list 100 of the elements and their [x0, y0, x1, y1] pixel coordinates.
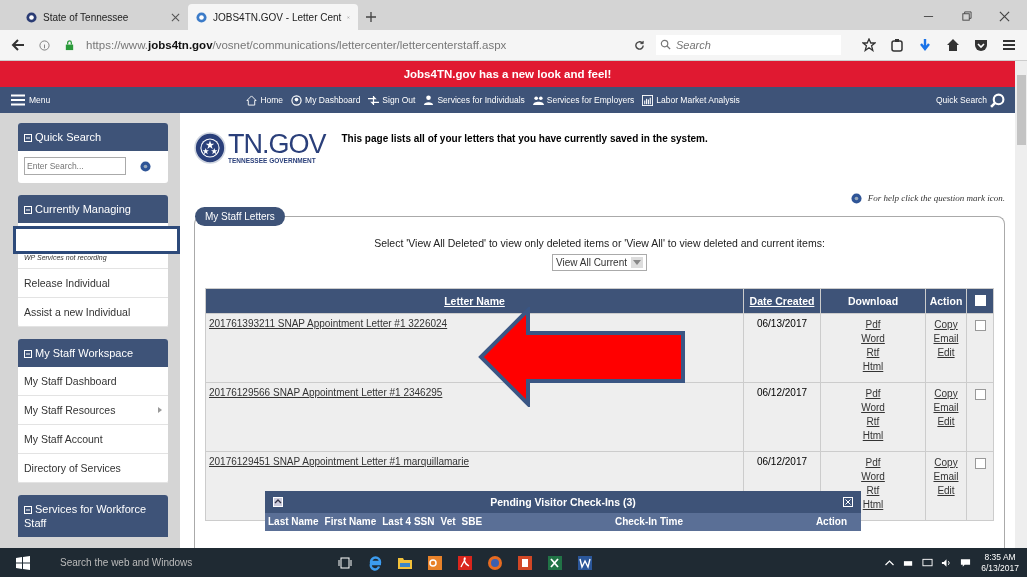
action-link[interactable]: Email	[929, 400, 963, 415]
clipboard-icon[interactable]	[890, 38, 904, 52]
tab-title: State of Tennessee	[43, 11, 130, 23]
collapse-icon[interactable]	[273, 496, 283, 507]
nav-link[interactable]: Labor Market Analysis	[638, 94, 744, 106]
download-icon[interactable]	[918, 38, 932, 52]
browser-icon[interactable]	[367, 554, 383, 571]
back-icon[interactable]	[11, 38, 25, 52]
nav-link[interactable]: My Dashboard	[287, 94, 365, 106]
download-link[interactable]: Pdf	[824, 455, 922, 470]
search-icon	[990, 92, 1005, 108]
browser-tab[interactable]: JOBS4TN.GOV - Letter Cent	[188, 4, 358, 30]
column-header: Vet	[439, 516, 457, 527]
menu-button[interactable]: Menu	[6, 94, 55, 106]
letter-link[interactable]: 201761393211 SNAP Appointment Letter #1 3226024	[209, 317, 448, 329]
tab-title: JOBS4TN.GOV - Letter Cent	[213, 11, 342, 23]
nav-link[interactable]: Home	[242, 94, 288, 106]
url-text[interactable]: https://www.jobs4tn.gov/vosnet/communications/lettercenter/lettercenterstaff.aspx	[86, 39, 623, 51]
spreadsheet-icon[interactable]	[547, 554, 563, 571]
sidebar-item[interactable]: My Staff Account	[18, 425, 168, 454]
reload-icon[interactable]	[634, 39, 645, 51]
info-icon[interactable]	[39, 39, 50, 51]
download-link[interactable]: Pdf	[824, 386, 922, 401]
restore-icon[interactable]	[961, 11, 972, 22]
speaker-icon[interactable]	[941, 557, 953, 568]
download-link[interactable]: Word	[824, 400, 922, 415]
arrows-icon	[368, 94, 380, 106]
download-link[interactable]: Html	[824, 359, 922, 374]
pdf-app-icon[interactable]	[457, 554, 473, 571]
help-icon[interactable]	[850, 192, 862, 204]
menu-icon[interactable]	[1002, 38, 1016, 52]
new-tab-icon[interactable]	[366, 12, 376, 22]
column-header: First Name	[323, 516, 378, 527]
column-header[interactable]: Letter Name	[444, 294, 505, 307]
close-icon[interactable]	[171, 12, 180, 22]
popup-title: Pending Visitor Check-Ins (3)	[489, 495, 637, 508]
action-link[interactable]: Email	[929, 331, 963, 346]
search-field[interactable]: Search	[656, 35, 841, 55]
help-icon[interactable]	[140, 160, 151, 172]
quick-search-button[interactable]: Quick Search	[932, 92, 1009, 108]
sidebar-item[interactable]: Release Individual	[18, 269, 168, 298]
download-link[interactable]: Pdf	[824, 317, 922, 332]
search-field[interactable]: Search the web and Windows	[46, 557, 330, 568]
pocket-icon[interactable]	[974, 38, 988, 52]
chevron-up-icon[interactable]	[884, 557, 896, 568]
search-field[interactable]: Enter Search...	[24, 157, 126, 175]
date-cell: 06/12/2017	[756, 386, 808, 398]
action-link[interactable]: Edit	[929, 345, 963, 360]
section-header[interactable]: Currently Managing	[18, 195, 168, 223]
browser-tab[interactable]: State of Tennessee	[18, 4, 188, 30]
row-checkbox[interactable]	[974, 457, 986, 469]
star-icon[interactable]	[862, 38, 876, 52]
sidebar-item[interactable]: Directory of Services	[18, 454, 168, 483]
action-link[interactable]: Copy	[929, 386, 963, 401]
letter-link[interactable]: 20176129451 SNAP Appointment Letter #1 marquillamarie	[209, 455, 469, 467]
select-all-checkbox[interactable]	[974, 295, 986, 306]
section-header[interactable]: My Staff Workspace	[18, 339, 168, 367]
firefox-icon[interactable]	[487, 554, 503, 571]
sidebar-item[interactable]: My Staff Resources	[18, 396, 168, 425]
view-dropdown[interactable]: View All Current	[552, 253, 647, 271]
action-link[interactable]: Edit	[929, 414, 963, 429]
download-link[interactable]: Html	[824, 428, 922, 443]
section-header[interactable]: Quick Search	[18, 123, 168, 151]
letter-link[interactable]: 20176129566 SNAP Appointment Letter #1 2346295	[209, 386, 443, 398]
clock-time[interactable]: 8:35 AM	[984, 551, 1016, 563]
collapse-icon	[24, 349, 32, 358]
action-link[interactable]: Copy	[929, 455, 963, 470]
panel-title: My Staff Letters	[195, 206, 285, 226]
download-link[interactable]: Word	[824, 469, 922, 484]
section-header[interactable]: Services for Workforce Staff	[18, 495, 168, 537]
download-link[interactable]: Word	[824, 331, 922, 346]
person-icon	[423, 94, 435, 106]
filter-instructions: Select 'View All Deleted' to view only deleted items or 'View All' to view deleted and current items:	[373, 236, 826, 249]
clock-date[interactable]: 6/13/2017	[981, 562, 1019, 574]
app-icon[interactable]	[517, 554, 533, 571]
document-icon[interactable]	[577, 554, 593, 571]
action-link[interactable]: Email	[929, 469, 963, 484]
task-view-icon[interactable]	[337, 554, 353, 571]
action-link[interactable]: Edit	[929, 483, 963, 498]
nav-link[interactable]: Services for Individuals	[419, 94, 529, 106]
row-checkbox[interactable]	[974, 319, 986, 331]
nav-link[interactable]: Sign Out	[364, 94, 420, 106]
app-icon[interactable]	[427, 554, 443, 571]
scrollbar[interactable]	[1015, 61, 1027, 548]
sidebar-item[interactable]: Assist a new Individual	[18, 298, 168, 327]
message-icon[interactable]	[960, 557, 972, 568]
download-link[interactable]: Rtf	[824, 414, 922, 429]
chart-icon	[642, 94, 654, 106]
network-icon[interactable]	[922, 557, 934, 568]
column-header: Action	[929, 294, 963, 307]
windows-logo-icon[interactable]	[16, 555, 30, 570]
download-link[interactable]: Rtf	[824, 345, 922, 360]
action-link[interactable]: Copy	[929, 317, 963, 332]
home-icon[interactable]	[946, 38, 960, 52]
collapse-icon	[24, 505, 32, 514]
close-icon[interactable]	[999, 11, 1010, 22]
nav-link[interactable]: Services for Employers	[528, 94, 639, 106]
sidebar-item[interactable]: My Staff Dashboard	[18, 367, 168, 396]
date-cell: 06/12/2017	[756, 455, 808, 467]
row-checkbox[interactable]	[974, 388, 986, 400]
